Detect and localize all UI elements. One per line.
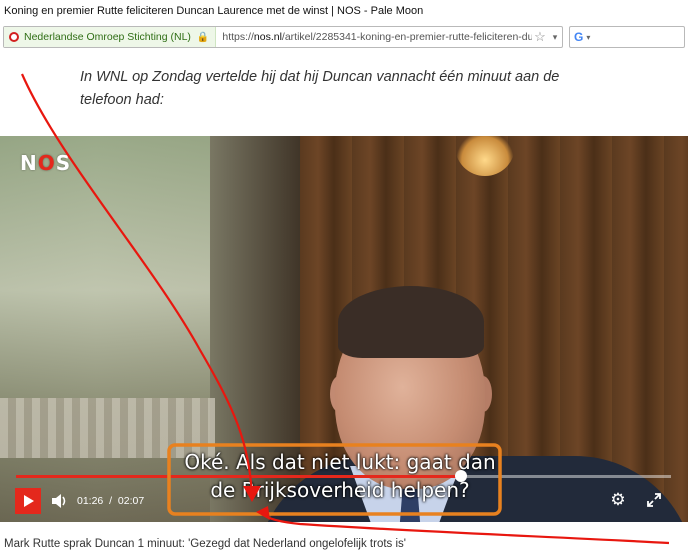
url-prefix: https:// — [222, 31, 254, 43]
nos-site-icon — [9, 32, 19, 42]
site-identity-label: Nederlandse Omroep Stichting (NL) — [24, 31, 191, 43]
video-player[interactable]: NOS Oké. Als dat niet lukt: gaat dan de … — [0, 136, 688, 522]
url-domain: nos.nl — [253, 31, 282, 43]
subtitle-line-2: de Rrijksoverheid helpen? — [210, 478, 470, 502]
video-progress-bar[interactable] — [16, 470, 671, 482]
address-bar[interactable]: Nederlandse Omroep Stichting (NL) 🔒 http… — [3, 26, 563, 48]
video-time: 01:26 / 02:07 — [77, 495, 144, 507]
play-button[interactable] — [15, 488, 41, 514]
url-path: /artikel/2285341-koning-en-premier-rutte… — [281, 31, 532, 43]
search-engine-dropdown-icon[interactable]: ▾ — [586, 33, 590, 42]
duration: 02:07 — [117, 495, 145, 507]
bookmark-star-icon[interactable]: ☆ — [532, 29, 548, 45]
video-person-hair — [338, 286, 484, 358]
settings-gear-icon[interactable]: ⚙ — [608, 490, 628, 510]
volume-icon[interactable] — [50, 492, 68, 510]
video-caption: Mark Rutte sprak Duncan 1 minuut: 'Gezeg… — [4, 538, 406, 550]
video-progress-fill — [16, 475, 462, 478]
navigation-bar: Nederlandse Omroep Stichting (NL) 🔒 http… — [0, 22, 688, 52]
url-dropdown-icon[interactable]: ▾ — [548, 32, 562, 43]
search-bar[interactable]: G ▾ — [569, 26, 685, 48]
time-separator: / — [106, 495, 115, 507]
lock-icon: 🔒 — [196, 31, 210, 43]
site-identity-button[interactable]: Nederlandse Omroep Stichting (NL) 🔒 — [4, 27, 217, 47]
window-title: Koning en premier Rutte feliciteren Dunc… — [0, 0, 688, 22]
fullscreen-icon[interactable] — [646, 492, 662, 508]
google-search-icon[interactable]: G — [574, 30, 583, 44]
nos-logo: NOS — [20, 151, 72, 175]
current-time: 01:26 — [77, 495, 104, 507]
article-quote: In WNL op Zondag vertelde hij dat hij Du… — [80, 69, 560, 108]
url-text[interactable]: https://nos.nl/artikel/2285341-koning-en… — [216, 31, 532, 43]
